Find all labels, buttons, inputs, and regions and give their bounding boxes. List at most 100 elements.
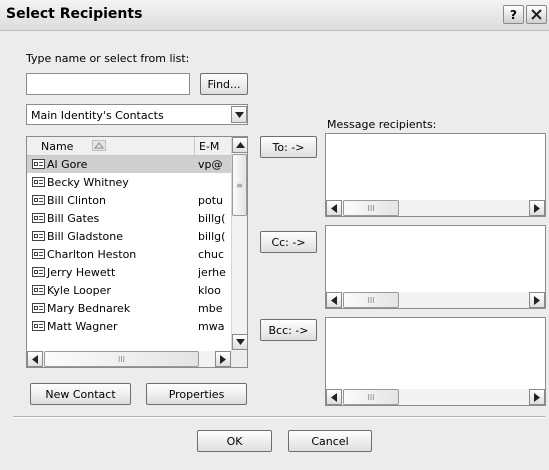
- contact-row[interactable]: Bill Gates billg(: [27, 210, 231, 227]
- vertical-scroll-thumb[interactable]: ≡: [232, 154, 247, 216]
- properties-button[interactable]: Properties: [146, 383, 247, 405]
- contact-email: kloo: [198, 284, 221, 297]
- ok-button[interactable]: OK: [197, 430, 272, 452]
- close-icon: [531, 9, 542, 20]
- contact-name: Bill Gladstone: [47, 230, 124, 243]
- contact-name: Becky Whitney: [47, 176, 129, 189]
- horizontal-scroll-thumb[interactable]: III: [343, 292, 399, 308]
- find-button[interactable]: Find...: [200, 73, 248, 95]
- scroll-left-button[interactable]: [326, 292, 342, 308]
- contact-name: Bill Gates: [47, 212, 100, 225]
- chevron-right-icon: [534, 392, 540, 402]
- help-button[interactable]: ?: [503, 5, 524, 24]
- address-book-selected: Main Identity's Contacts: [31, 109, 164, 122]
- cc-recipients-box[interactable]: III: [325, 225, 546, 309]
- scroll-right-button[interactable]: [215, 351, 231, 367]
- contact-card-icon: [32, 231, 45, 241]
- sort-ascending-icon: [92, 140, 106, 151]
- title-bar: Select Recipients ?: [0, 0, 549, 31]
- contact-card-icon: [32, 195, 45, 205]
- contact-name: Matt Wagner: [47, 320, 118, 333]
- contact-row[interactable]: Becky Whitney: [27, 174, 231, 191]
- to-recipients-box[interactable]: III: [325, 133, 546, 217]
- contact-row[interactable]: Bill Gladstone billg(: [27, 228, 231, 245]
- contact-card-icon: [32, 303, 45, 313]
- chevron-right-icon: [534, 203, 540, 213]
- contact-card-icon: [32, 177, 45, 187]
- cc-horizontal-scrollbar[interactable]: III: [326, 292, 545, 308]
- contact-card-icon: [32, 213, 45, 223]
- contact-email: chuc: [198, 248, 225, 261]
- contact-name: Jerry Hewett: [47, 266, 116, 279]
- cancel-button[interactable]: Cancel: [288, 430, 372, 452]
- chevron-right-icon: [220, 354, 226, 364]
- contact-email: billg(: [198, 230, 226, 243]
- contact-row[interactable]: Bill Clinton potu: [27, 192, 231, 209]
- name-column-label: Name: [41, 140, 74, 153]
- help-icon: ?: [510, 7, 517, 22]
- name-column-header[interactable]: Name: [27, 137, 195, 155]
- scroll-left-button[interactable]: [326, 389, 342, 405]
- list-horizontal-scrollbar[interactable]: III: [27, 351, 231, 367]
- horizontal-scroll-thumb[interactable]: III: [44, 351, 199, 367]
- list-header: Name E-M: [27, 137, 231, 156]
- chevron-down-icon: [235, 339, 245, 345]
- bcc-horizontal-scrollbar[interactable]: III: [326, 389, 545, 405]
- contact-row[interactable]: Matt Wagner mwa: [27, 318, 231, 335]
- list-vertical-scrollbar[interactable]: ≡: [231, 137, 247, 351]
- contact-email: vp@: [198, 158, 223, 171]
- to-horizontal-scrollbar[interactable]: III: [326, 200, 545, 216]
- horizontal-scroll-thumb[interactable]: III: [343, 200, 399, 216]
- divider: [13, 416, 545, 418]
- search-input[interactable]: [26, 73, 190, 95]
- email-column-header[interactable]: E-M: [195, 137, 231, 155]
- contact-row[interactable]: Jerry Hewett jerhe: [27, 264, 231, 281]
- chevron-left-icon: [331, 203, 337, 213]
- contact-email: jerhe: [198, 266, 226, 279]
- contacts-list: Name E-M Al Gore vp@ Becky Whitney Bill Cli…: [26, 136, 248, 368]
- scroll-right-button[interactable]: [529, 200, 545, 216]
- contact-name: Mary Bednarek: [47, 302, 131, 315]
- chevron-left-icon: [32, 354, 38, 364]
- scroll-down-button[interactable]: [232, 334, 247, 350]
- chevron-left-icon: [331, 392, 337, 402]
- new-contact-button[interactable]: New Contact: [30, 383, 131, 405]
- contact-email: billg(: [198, 212, 226, 225]
- close-button[interactable]: [526, 5, 547, 24]
- contact-name: Bill Clinton: [47, 194, 106, 207]
- chevron-left-icon: [331, 295, 337, 305]
- type-name-label: Type name or select from list:: [26, 52, 190, 65]
- contact-row[interactable]: Kyle Looper kloo: [27, 282, 231, 299]
- contact-name: Charlton Heston: [47, 248, 137, 261]
- scroll-left-button[interactable]: [326, 200, 342, 216]
- address-book-select[interactable]: Main Identity's Contacts: [26, 104, 248, 125]
- contact-card-icon: [32, 159, 45, 169]
- scroll-right-button[interactable]: [529, 389, 545, 405]
- contact-row[interactable]: Charlton Heston chuc: [27, 246, 231, 263]
- chevron-right-icon: [534, 295, 540, 305]
- chevron-up-icon: [235, 142, 245, 148]
- chevron-down-icon: [234, 111, 244, 118]
- bcc-button[interactable]: Bcc: ->: [260, 319, 317, 341]
- contact-email: mwa: [198, 320, 225, 333]
- dialog-title: Select Recipients: [6, 6, 143, 22]
- contact-name: Kyle Looper: [47, 284, 111, 297]
- cc-button[interactable]: Cc: ->: [260, 231, 317, 253]
- contact-name: Al Gore: [47, 158, 88, 171]
- contact-row[interactable]: Mary Bednarek mbe: [27, 300, 231, 317]
- scroll-up-button[interactable]: [232, 137, 247, 153]
- bcc-recipients-box[interactable]: III: [325, 317, 546, 406]
- scroll-left-button[interactable]: [27, 351, 43, 367]
- message-recipients-label: Message recipients:: [327, 118, 437, 131]
- select-recipients-dialog: Select Recipients ? Type name or select …: [0, 0, 549, 470]
- contact-card-icon: [32, 249, 45, 259]
- contact-row[interactable]: Al Gore vp@: [27, 156, 231, 173]
- horizontal-scroll-thumb[interactable]: III: [343, 389, 399, 405]
- email-column-label: E-M: [199, 140, 220, 153]
- contact-card-icon: [32, 267, 45, 277]
- contact-card-icon: [32, 285, 45, 295]
- scroll-right-button[interactable]: [529, 292, 545, 308]
- to-button[interactable]: To: ->: [260, 136, 317, 158]
- address-book-dropdown-button[interactable]: [231, 106, 247, 123]
- contact-email: potu: [198, 194, 223, 207]
